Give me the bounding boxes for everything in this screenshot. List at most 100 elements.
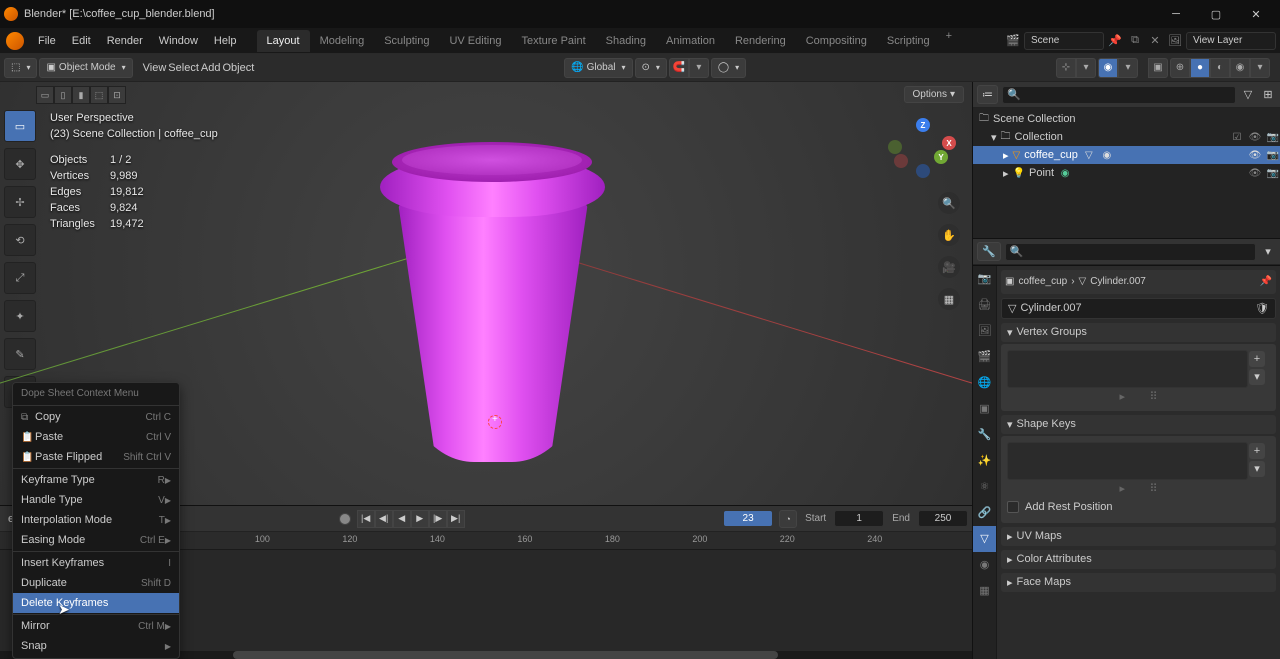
drag-handle-icon[interactable]: ▸ ⠿ (1007, 480, 1270, 497)
menu-file[interactable]: File (30, 28, 64, 54)
shading-dropdown[interactable]: ▾ (1250, 58, 1270, 78)
navigation-gizmo[interactable]: Z Y X (892, 118, 952, 178)
properties-type-dropdown[interactable]: 🔧 (977, 242, 1001, 261)
select-tool[interactable]: ▭ (4, 110, 36, 142)
panel-uv-maps-header[interactable]: ▸UV Maps (1001, 527, 1276, 546)
shading-wireframe[interactable]: ⊕ (1170, 58, 1190, 78)
light-data-icon[interactable]: ◉ (1058, 168, 1072, 179)
play-button[interactable]: ▶ (411, 510, 429, 528)
scale-tool[interactable]: ⤢ (4, 262, 36, 294)
viewlayer-browse-icon[interactable]: 🖼 (1166, 32, 1184, 50)
jump-start-button[interactable]: |◀ (357, 510, 375, 528)
menu-render[interactable]: Render (99, 28, 151, 54)
prop-tab-physics[interactable]: ⚛ (973, 474, 996, 500)
drag-handle-icon[interactable]: ▸ ⠿ (1007, 388, 1270, 405)
panel-vertex-groups-header[interactable]: ▾Vertex Groups (1001, 323, 1276, 342)
select-menu[interactable]: Select (168, 58, 199, 78)
eye-icon[interactable]: 👁 (1248, 150, 1262, 161)
crumb-object[interactable]: coffee_cup (1018, 276, 1067, 287)
menu-help[interactable]: Help (206, 28, 245, 54)
viewport-options-dropdown[interactable]: Options ▾ (904, 86, 965, 103)
add-rest-position-checkbox[interactable] (1007, 501, 1019, 513)
prop-tab-viewlayer[interactable]: 🖼 (973, 318, 996, 344)
overlay-toggle[interactable]: ◉ (1098, 58, 1118, 78)
ctx-mirror[interactable]: Mirror Ctrl M ▶ (13, 616, 179, 636)
crumb-data[interactable]: Cylinder.007 (1090, 276, 1146, 287)
select-mode-button[interactable]: ⊡ (108, 86, 126, 104)
menu-edit[interactable]: Edit (64, 28, 99, 54)
prop-tab-material[interactable]: ◉ (973, 552, 996, 578)
current-frame-field[interactable]: 23 (723, 510, 773, 527)
delete-scene-icon[interactable]: ✕ (1146, 32, 1164, 50)
select-mode-button[interactable]: ⬚ (90, 86, 108, 104)
prop-tab-output[interactable]: 🖨 (973, 292, 996, 318)
tab-layout[interactable]: Layout (257, 30, 310, 52)
frame-step-icon[interactable]: ◔ (779, 510, 797, 528)
panel-color-attributes-header[interactable]: ▸Color Attributes (1001, 550, 1276, 569)
tab-uv-editing[interactable]: UV Editing (439, 30, 511, 52)
ctx-copy[interactable]: ⧉ Copy Ctrl C (13, 407, 179, 427)
maximize-button[interactable]: ▢ (1196, 0, 1236, 28)
start-frame-field[interactable]: 1 (834, 510, 884, 527)
add-menu[interactable]: Add (201, 58, 221, 78)
prop-tab-world[interactable]: 🌐 (973, 370, 996, 396)
axis-y-icon[interactable]: Y (934, 150, 948, 164)
selected-object-mesh[interactable] (380, 137, 605, 467)
scene-name-field[interactable]: Scene (1024, 32, 1104, 50)
eye-icon[interactable]: 👁 (1248, 132, 1262, 143)
axis-neg-y-icon[interactable] (888, 140, 902, 154)
fake-user-icon[interactable]: 🛡 (1255, 302, 1269, 315)
camera-icon[interactable]: 🎥 (938, 256, 960, 278)
xray-toggle[interactable]: ▣ (1148, 58, 1168, 78)
ctx-paste-flipped[interactable]: 📋 Paste Flipped Shift Ctrl V (13, 447, 179, 467)
prop-tab-render[interactable]: 📷 (973, 266, 996, 292)
ctx-interpolation-mode[interactable]: Interpolation Mode T ▶ (13, 510, 179, 530)
cursor-tool[interactable]: ✥ (4, 148, 36, 180)
shape-keys-list[interactable]: + ▾ (1007, 442, 1248, 480)
checkbox-icon[interactable]: ☑ (1230, 132, 1244, 143)
ctx-duplicate[interactable]: Duplicate Shift D (13, 573, 179, 593)
gizmo-visibility-toggle[interactable]: ⊹ (1056, 58, 1076, 78)
dropdown-button[interactable]: ▾ (1249, 461, 1265, 477)
tab-modeling[interactable]: Modeling (310, 30, 375, 52)
outliner-tree[interactable]: 🗀 Scene Collection ▾ 🗀 Collection ☑ 👁 📷 … (973, 108, 1280, 238)
select-mode-button[interactable]: ▯ (54, 86, 72, 104)
zoom-icon[interactable]: 🔍 (938, 192, 960, 214)
filter-icon[interactable]: ▽ (1240, 88, 1256, 101)
prop-tab-constraints[interactable]: 🔗 (973, 500, 996, 526)
add-workspace-button[interactable]: + (940, 30, 958, 52)
pan-icon[interactable]: ✋ (938, 224, 960, 246)
panel-shape-keys-header[interactable]: ▾Shape Keys (1001, 415, 1276, 434)
snap-toggle[interactable]: 🧲 (669, 58, 689, 78)
grid-icon[interactable]: ▦ (938, 288, 960, 310)
dropdown-button[interactable]: ▾ (1249, 369, 1265, 385)
annotate-tool[interactable]: ✎ (4, 338, 36, 370)
prop-tab-modifiers[interactable]: 🔧 (973, 422, 996, 448)
pin-icon[interactable]: 📌 (1106, 32, 1124, 50)
ctx-keyframe-type[interactable]: Keyframe Type R ▶ (13, 470, 179, 490)
mode-dropdown[interactable]: ▣ Object Mode (39, 58, 132, 78)
outliner-item-coffee-cup[interactable]: ▸ ▽ coffee_cup ▽ ◉ 👁 📷 (973, 146, 1280, 164)
prop-tab-object[interactable]: ▣ (973, 396, 996, 422)
object-menu[interactable]: Object (222, 58, 254, 78)
panel-face-maps-header[interactable]: ▸Face Maps (1001, 573, 1276, 592)
axis-z-icon[interactable]: Z (916, 118, 930, 132)
viewlayer-name-field[interactable]: View Layer (1186, 32, 1276, 50)
prop-tab-particles[interactable]: ✨ (973, 448, 996, 474)
ctx-easing-mode[interactable]: Easing Mode Ctrl E ▶ (13, 530, 179, 550)
play-reverse-button[interactable]: ◀ (393, 510, 411, 528)
tab-sculpting[interactable]: Sculpting (374, 30, 439, 52)
add-button[interactable]: + (1249, 351, 1265, 367)
outliner-search-input[interactable]: 🔍 (1002, 86, 1236, 104)
orientation-dropdown[interactable]: 🌐 Global (564, 58, 632, 78)
options-icon[interactable]: ▾ (1260, 245, 1276, 258)
copy-scene-icon[interactable]: ⧉ (1126, 32, 1144, 50)
close-button[interactable]: ✕ (1236, 0, 1276, 28)
select-mode-button[interactable]: ▮ (72, 86, 90, 104)
tab-compositing[interactable]: Compositing (796, 30, 877, 52)
auto-keying-toggle[interactable] (339, 513, 351, 525)
pin-icon[interactable]: 📌 (1260, 276, 1272, 287)
ctx-insert-keyframes[interactable]: Insert Keyframes I (13, 553, 179, 573)
new-collection-icon[interactable]: ⊞ (1260, 88, 1276, 101)
menu-window[interactable]: Window (151, 28, 206, 54)
